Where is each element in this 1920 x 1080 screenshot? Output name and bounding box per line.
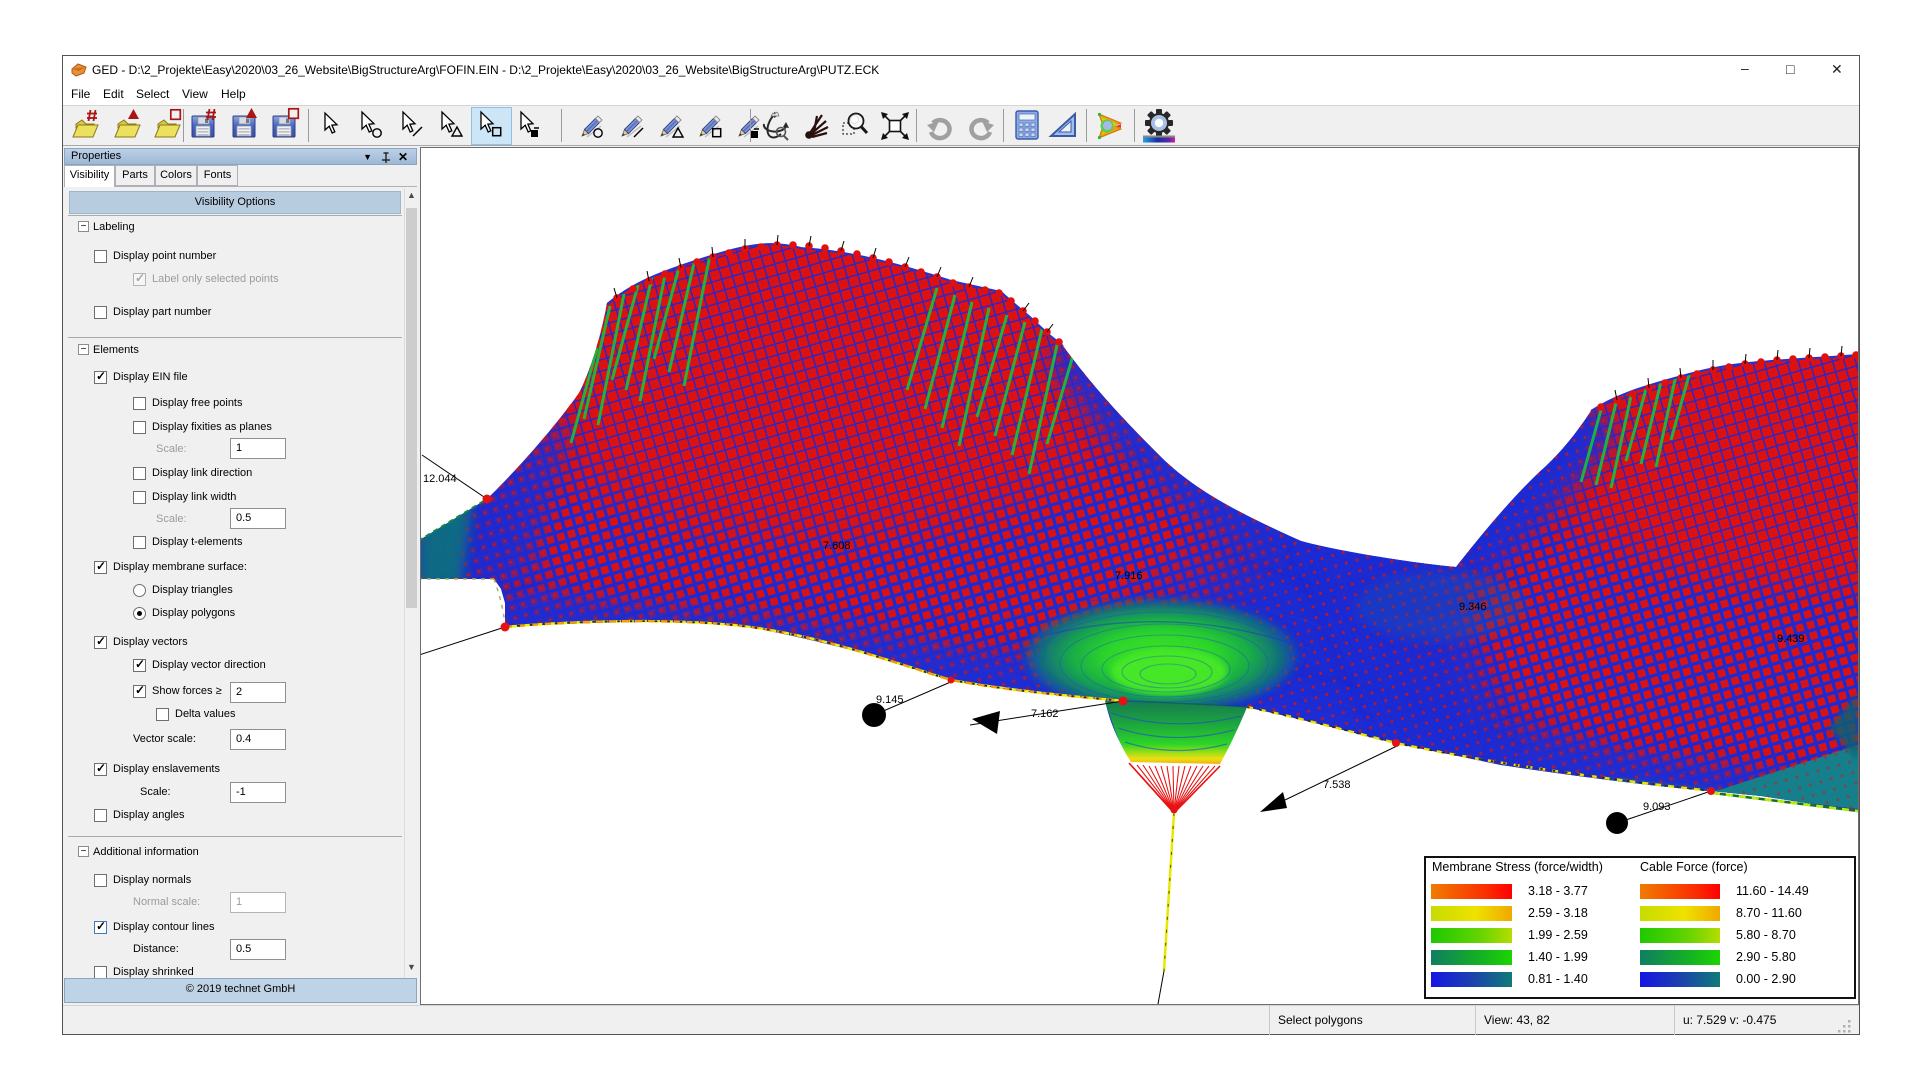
svg-text:9.145: 9.145 (876, 694, 904, 706)
svg-text:7.608: 7.608 (823, 540, 851, 552)
svg-text:9.346: 9.346 (1459, 601, 1487, 613)
svg-text:7.538: 7.538 (1323, 779, 1351, 791)
svg-text:7.162: 7.162 (1031, 708, 1059, 720)
svg-text:9.093: 9.093 (1643, 801, 1671, 813)
svg-text:9.439: 9.439 (1777, 633, 1805, 645)
svg-text:12.044: 12.044 (423, 473, 457, 485)
svg-text:7.916: 7.916 (1115, 570, 1143, 582)
